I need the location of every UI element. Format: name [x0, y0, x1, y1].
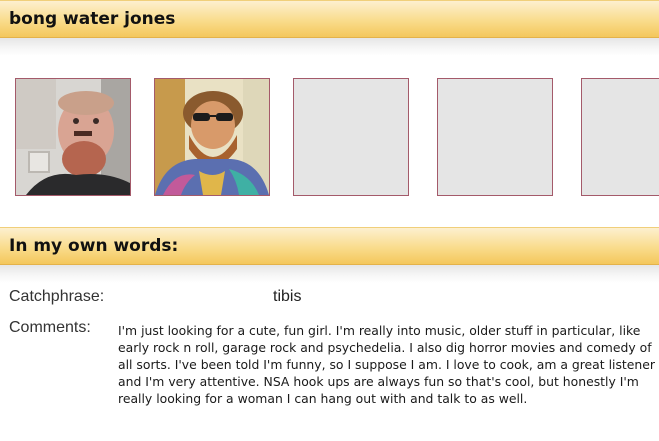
- catchphrase-label: Catchphrase:: [9, 288, 105, 305]
- in-my-own-words-header: In my own words:: [0, 227, 659, 265]
- empty-photo-slot-4[interactable]: [437, 78, 553, 196]
- profile-name: bong water jones: [9, 9, 176, 29]
- catchphrase-value: tibis: [273, 288, 302, 305]
- comments-text: I'm just looking for a cute, fun girl. I…: [118, 323, 655, 406]
- empty-photo-slot-3[interactable]: [293, 78, 409, 196]
- header-shadow: [0, 38, 659, 56]
- profile-page: bong water jones In my own words: Catchp…: [0, 0, 659, 441]
- profile-photo-2[interactable]: [154, 78, 270, 196]
- photo-1-image: [16, 79, 130, 195]
- header-shadow: [0, 265, 659, 283]
- profile-photo-1[interactable]: [15, 78, 131, 196]
- photo-2-image: [155, 79, 269, 195]
- profile-name-header: bong water jones: [0, 0, 659, 38]
- empty-photo-slot-5[interactable]: [581, 78, 659, 196]
- comments-label: Comments:: [9, 319, 91, 336]
- section-title: In my own words:: [9, 236, 179, 256]
